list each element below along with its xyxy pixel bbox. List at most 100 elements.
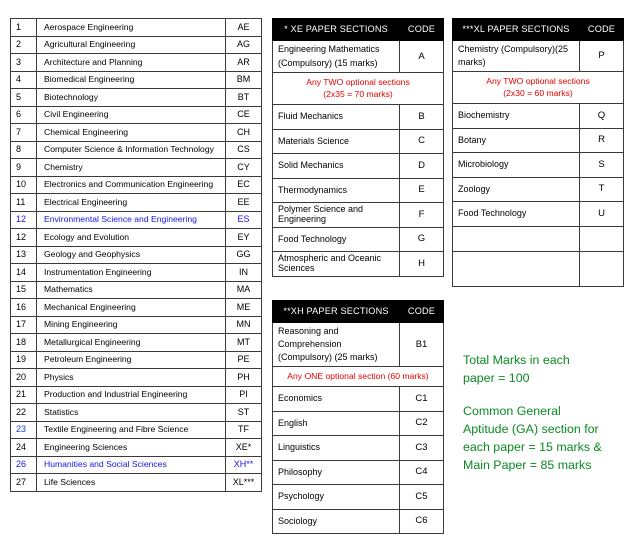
xl-section-code: Q (579, 103, 624, 129)
xh-section-code: C5 (399, 484, 444, 510)
row-serial-number: 10 (10, 175, 37, 194)
xe-section-name: Food Technology (272, 226, 400, 252)
xe-optional-note-row: Any TWO optional sections (2x35 = 70 mark… (272, 72, 444, 105)
xh-header-row: **XH PAPER SECTIONS CODE (272, 300, 444, 323)
row-serial-number: 19 (10, 350, 37, 369)
table-row: 12 Environmental Science and Engineering E… (10, 210, 262, 229)
table-row: 22 Statistics ST (10, 403, 262, 422)
row-paper-name: Mechanical Engineering (36, 298, 226, 317)
xh-paper-sections-table: **XH PAPER SECTIONS CODE Reasoning and C… (272, 300, 444, 535)
xe-table-body: Engineering Mathematics (Compulsory) (15… (272, 40, 444, 277)
xe-section-code: C (399, 128, 444, 154)
xh-optional-note-row: Any ONE optional section (60 marks) (272, 366, 444, 388)
xe-section-code: G (399, 226, 444, 252)
row-paper-code: XE* (225, 438, 262, 457)
table-row: 10 Electronics and Communication Engineer… (10, 175, 262, 194)
xe-section-name: Materials Science (272, 128, 400, 154)
xh-table-body: Reasoning and Comprehension (Compulsory)… (272, 321, 444, 535)
xh-section-name: Sociology (272, 508, 400, 535)
xl-section-code: U (579, 201, 624, 227)
xe-section-row: Polymer Science and Engineering F (272, 202, 444, 228)
row-paper-name: Engineering Sciences (36, 438, 226, 457)
row-paper-code: CY (225, 158, 262, 177)
general-aptitude-note: Common General Aptitude (GA) section for… (463, 403, 623, 475)
row-paper-code: AG (225, 35, 262, 54)
row-paper-name: Life Sciences (36, 473, 226, 492)
table-row: 9 Chemistry CY (10, 158, 262, 177)
table-row: 1 Aerospace Engineering AE (10, 18, 262, 37)
row-paper-name: Textile Engineering and Fibre Science (36, 420, 226, 439)
xe-section-name: Thermodynamics (272, 177, 400, 203)
row-paper-name: Ecology and Evolution (36, 228, 226, 247)
xh-section-row: Economics C1 (272, 386, 444, 412)
row-serial-number: 1 (10, 18, 37, 37)
xl-section-code: S (579, 152, 624, 178)
row-serial-number: 26 (10, 455, 37, 474)
table-row: 14 Instrumentation Engineering IN (10, 263, 262, 282)
xl-section-code (579, 250, 624, 287)
ga-line-2: Aptitude (GA) section for (463, 421, 599, 436)
row-paper-code: EE (225, 193, 262, 212)
row-serial-number: 5 (10, 88, 37, 107)
xh-section-row: Sociology C6 (272, 508, 444, 535)
xe-section-row: Atmospheric and Oceanic Sciences H (272, 251, 444, 277)
xl-section-row: Microbiology S (452, 152, 624, 178)
xh-compulsory-row: Reasoning and Comprehension (Compulsory)… (272, 321, 444, 368)
xe-section-name: Fluid Mechanics (272, 104, 400, 130)
xe-optional-note-line-2: (2x35 = 70 marks) (323, 88, 393, 99)
row-serial-number: 17 (10, 315, 37, 334)
xl-paper-sections-table: ***XL PAPER SECTIONS CODE Chemistry (Com… (452, 18, 624, 287)
xl-header-row: ***XL PAPER SECTIONS CODE (452, 18, 624, 41)
row-paper-code: IN (225, 263, 262, 282)
row-paper-code: CH (225, 123, 262, 142)
xl-section-name (452, 250, 580, 287)
xl-table-head: ***XL PAPER SECTIONS CODE (452, 18, 624, 41)
row-paper-code: PE (225, 350, 262, 369)
row-paper-name: Aerospace Engineering (36, 18, 226, 37)
row-serial-number: 13 (10, 245, 37, 264)
xl-optional-note: Any TWO optional sections (2x30 = 60 mark… (452, 71, 624, 105)
xe-section-row: Thermodynamics E (272, 177, 444, 203)
xe-section-code: F (399, 202, 444, 228)
row-serial-number: 12 (10, 228, 37, 247)
row-serial-number: 4 (10, 70, 37, 89)
xh-section-name: Economics (272, 386, 400, 412)
total-marks-note: Total Marks in each paper = 100 (463, 352, 623, 388)
row-paper-name: Biomedical Engineering (36, 70, 226, 89)
row-serial-number: 20 (10, 368, 37, 387)
table-row: 24 Engineering Sciences XE* (10, 438, 262, 457)
discipline-paper-codes-table: 1 Aerospace Engineering AE 2 Agricultural En… (10, 18, 262, 492)
xl-section-name: Zoology (452, 176, 580, 203)
row-serial-number: 8 (10, 140, 37, 159)
row-paper-name: Biotechnology (36, 88, 226, 107)
xl-optional-note-row: Any TWO optional sections (2x30 = 60 mark… (452, 71, 624, 105)
row-paper-code: MN (225, 315, 262, 334)
xh-optional-note-line-1: Any ONE optional section (60 marks) (287, 370, 429, 381)
ga-line-3: each paper = 15 marks & (463, 439, 602, 454)
xh-header-title: **XH PAPER SECTIONS (272, 300, 400, 323)
xe-paper-sections-table: * XE PAPER SECTIONS CODE Engineering Mat… (272, 18, 444, 277)
table-row: 12 Ecology and Evolution EY (10, 228, 262, 247)
table-row: 7 Chemical Engineering CH (10, 123, 262, 142)
row-paper-code: ES (225, 210, 262, 229)
row-paper-name: Mathematics (36, 280, 226, 299)
row-paper-name: Metallurgical Engineering (36, 333, 226, 352)
xh-section-code: C3 (399, 435, 444, 461)
row-serial-number: 3 (10, 53, 37, 72)
row-paper-name: Petroleum Engineering (36, 350, 226, 369)
xl-table-body: Chemistry (Compulsory)(25 marks) P Any TWO… (452, 39, 624, 287)
row-serial-number: 16 (10, 298, 37, 317)
xl-section-row: Botany R (452, 127, 624, 154)
xe-section-name: Solid Mechanics (272, 153, 400, 179)
row-paper-name: Electronics and Communication Engineerin… (36, 175, 226, 194)
row-serial-number: 23 (10, 420, 37, 439)
xe-compulsory-row: Engineering Mathematics (Compulsory) (15… (272, 40, 444, 73)
xh-header-code: CODE (399, 300, 444, 323)
xe-table-head: * XE PAPER SECTIONS CODE (272, 18, 444, 41)
row-serial-number: 6 (10, 105, 37, 124)
row-paper-name: Chemistry (36, 158, 226, 177)
row-paper-code: ST (225, 403, 262, 422)
xh-section-name: Psychology (272, 484, 400, 510)
xl-section-code: T (579, 176, 624, 203)
xe-section-code: H (399, 251, 444, 277)
